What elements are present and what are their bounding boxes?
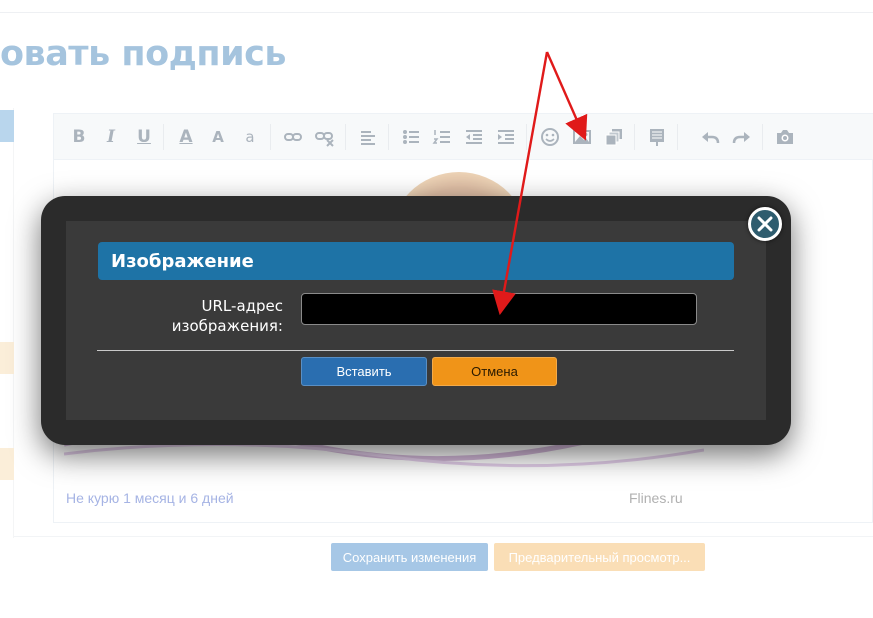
redo-icon[interactable] <box>730 125 754 149</box>
preview-button[interactable]: Предварительный просмотр... <box>494 543 705 571</box>
cancel-button[interactable]: Отмена <box>432 357 557 386</box>
font-family-icon[interactable]: a <box>238 125 262 149</box>
toolbar-separator <box>345 124 346 150</box>
url-label: URL-адрес изображения: <box>171 297 283 335</box>
smiley-icon[interactable] <box>538 125 562 149</box>
bold-icon[interactable]: B <box>67 125 91 149</box>
toolbar-separator <box>388 124 389 150</box>
text-color-icon[interactable]: A <box>174 125 198 149</box>
image-dialog: Изображение URL-адрес изображения: Встав… <box>41 196 791 445</box>
signature-text-left: Не курю 1 месяц и 6 дней <box>66 490 234 506</box>
top-divider <box>0 12 873 13</box>
toolbar-separator <box>634 124 635 150</box>
media-icon[interactable] <box>602 125 626 149</box>
undo-icon[interactable] <box>698 125 722 149</box>
toolbar-separator <box>163 124 164 150</box>
toolbar-separator <box>270 124 271 150</box>
font-size-icon[interactable]: A <box>206 125 230 149</box>
insert-template-icon[interactable] <box>645 125 669 149</box>
indent-icon[interactable] <box>494 125 518 149</box>
toolbar-separator <box>762 124 763 150</box>
dialog-divider <box>97 350 734 351</box>
align-icon[interactable] <box>356 125 380 149</box>
dialog-body: Изображение URL-адрес изображения: Встав… <box>66 221 766 420</box>
left-sidebar <box>0 108 14 538</box>
numbered-list-icon[interactable] <box>430 125 454 149</box>
bulleted-list-icon[interactable] <box>399 125 423 149</box>
save-changes-button[interactable]: Сохранить изменения <box>331 543 488 571</box>
sidebar-block <box>0 110 14 142</box>
insert-button[interactable]: Вставить <box>301 357 427 386</box>
sidebar-block <box>0 342 14 374</box>
underline-icon[interactable]: U <box>132 125 156 149</box>
image-icon[interactable] <box>570 125 594 149</box>
close-icon <box>757 216 773 232</box>
outdent-icon[interactable] <box>462 125 486 149</box>
editor-toolbar: B I U A A a <box>54 114 873 160</box>
toolbar-separator <box>677 124 678 150</box>
image-url-input[interactable] <box>301 293 697 325</box>
unlink-icon[interactable] <box>313 125 337 149</box>
page-title: овать подпись <box>0 34 287 74</box>
close-dialog-button[interactable] <box>748 207 782 241</box>
toolbar-separator <box>526 124 527 150</box>
sidebar-block <box>0 448 14 480</box>
bottom-divider <box>14 536 873 537</box>
italic-icon[interactable]: I <box>99 125 123 149</box>
camera-icon[interactable] <box>773 125 797 149</box>
link-icon[interactable] <box>281 125 305 149</box>
dialog-title: Изображение <box>98 242 734 280</box>
signature-text-right: Flines.ru <box>629 490 683 506</box>
